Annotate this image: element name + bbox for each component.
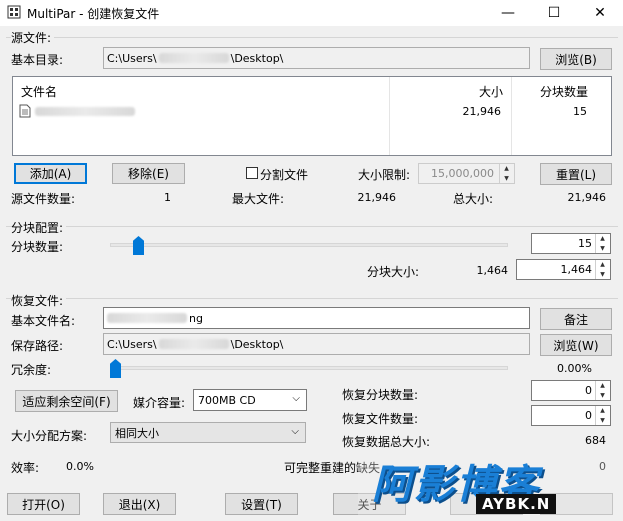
slider-track [110,366,508,370]
size-limit-spinner: ▲ ▼ [499,164,513,183]
block-size-text: 1,464 [476,264,509,277]
block-count-spinner[interactable]: ▲ ▼ [595,234,609,253]
recovery-blocks-value: 0 [585,384,592,397]
base-dir-label: 基本目录: [11,53,64,67]
column-header-size[interactable]: 大小 [479,83,503,100]
media-capacity-value: 700MB CD [198,393,256,407]
browse-save-path-button[interactable]: 浏览(W) [540,334,612,356]
maximize-button[interactable]: ☐ [531,0,577,26]
recovery-files-input[interactable]: 0 ▲ ▼ [531,405,611,426]
base-name-suffix: ng [189,311,203,325]
redundancy-label: 冗余度: [11,363,52,377]
save-path-suffix: \Desktop\ [230,337,284,351]
split-files-label: 分割文件 [260,168,309,182]
file-size: 21,946 [462,105,502,118]
total-size-label: 总大小: [453,192,494,206]
file-icon [19,104,31,118]
efficiency-label: 效率: [11,461,40,475]
slider-thumb[interactable] [133,236,144,255]
base-name-label: 基本文件名: [11,314,76,328]
block-count-slider[interactable] [110,236,508,256]
redacted-username [158,53,229,63]
max-file-label: 最大文件: [232,192,285,206]
chevron-down-icon: ⌵ [291,426,299,437]
recovery-section-label: 恢复文件: [11,292,67,309]
recovery-files-spinner[interactable]: ▲ ▼ [595,406,609,425]
allocation-select[interactable]: 相同大小 ⌵ [110,422,306,443]
size-limit-value: 15,000,000 [431,167,494,180]
redundancy-slider[interactable] [110,359,508,379]
allocation-label: 大小分配方案: [11,429,88,443]
column-header-blocks[interactable]: 分块数量 [540,83,588,100]
redundancy-value: 0.00% [557,362,592,375]
source-group-line [6,37,618,38]
chevron-down-icon: ⌵ [292,393,300,404]
media-capacity-label: 媒介容量: [133,396,186,410]
table-row[interactable]: 21,946 15 [13,102,611,122]
reset-button[interactable]: 重置(L) [540,163,612,185]
block-size-label: 分块大小: [367,265,420,279]
redacted-basename [107,313,187,323]
redacted-filename [35,107,135,116]
block-size-input[interactable]: 1,464 ▲ ▼ [516,259,611,280]
base-dir-suffix: \Desktop\ [230,51,284,65]
slider-thumb[interactable] [110,359,121,378]
block-size-spinner[interactable]: ▲ ▼ [595,260,609,279]
fit-free-space-button[interactable]: 适应剩余空间(F) [15,390,118,412]
recovery-files-label: 恢复文件数量: [342,412,419,426]
column-header-name[interactable]: 文件名 [21,83,57,100]
save-path-field: C:\Users\ \Desktop\ [103,333,530,355]
recovery-blocks-label: 恢复分块数量: [342,388,419,402]
file-list[interactable]: 文件名 大小 分块数量 21,946 15 [12,76,612,156]
notes-button[interactable]: 备注 [540,308,612,330]
title-bar: MultiPar - 创建恢复文件 — ☐ ✕ [0,0,623,26]
block-count-value: 15 [578,237,592,250]
file-count-label: 源文件数量: [11,192,76,206]
add-file-button[interactable]: 添加(A) [14,163,87,184]
settings-button[interactable]: 设置(T) [225,493,298,515]
total-size-value: 21,946 [567,191,607,204]
file-blocks: 15 [573,105,587,118]
base-name-input[interactable]: ng [103,307,530,329]
block-count-input[interactable]: 15 ▲ ▼ [531,233,611,254]
minimize-button[interactable]: — [485,0,531,26]
media-capacity-select[interactable]: 700MB CD ⌵ [193,389,307,411]
base-dir-prefix: C:\Users\ [107,51,157,65]
file-count-value: 1 [164,191,171,204]
browse-source-button[interactable]: 浏览(B) [540,48,612,70]
slider-track [110,243,508,247]
source-section-label: 源文件: [11,29,55,46]
block-section-label: 分块配置: [11,219,67,236]
recovery-blocks-input[interactable]: 0 ▲ ▼ [531,380,611,401]
watermark: 阿影博客 AYBK.N [358,448,623,521]
efficiency-value: 0.0% [66,460,94,473]
watermark-sub-text: AYBK.N [476,494,557,514]
recovery-group-line [6,298,618,299]
block-count-label: 分块数量: [11,240,64,254]
window-title: MultiPar - 创建恢复文件 [27,7,160,21]
block-size-value: 1,464 [560,263,593,276]
open-button[interactable]: 打开(O) [7,493,80,515]
remove-file-button[interactable]: 移除(E) [112,163,185,184]
split-files-checkbox[interactable] [246,167,258,179]
size-limit-label: 大小限制: [358,168,411,182]
close-button[interactable]: ✕ [577,0,623,26]
save-path-prefix: C:\Users\ [107,337,157,351]
recovery-files-value: 0 [585,409,592,422]
size-limit-field: 15,000,000 ▲ ▼ [418,163,515,184]
redacted-username [158,339,229,349]
allocation-value: 相同大小 [115,426,159,440]
multipar-app-icon [7,5,21,19]
recovery-blocks-spinner[interactable]: ▲ ▼ [595,381,609,400]
base-dir-field: C:\Users\ \Desktop\ [103,47,530,69]
max-file-value: 21,946 [357,191,397,204]
save-path-label: 保存路径: [11,339,64,353]
exit-button[interactable]: 退出(X) [103,493,176,515]
block-group-line [6,226,618,227]
recovery-total-value: 684 [585,434,606,447]
